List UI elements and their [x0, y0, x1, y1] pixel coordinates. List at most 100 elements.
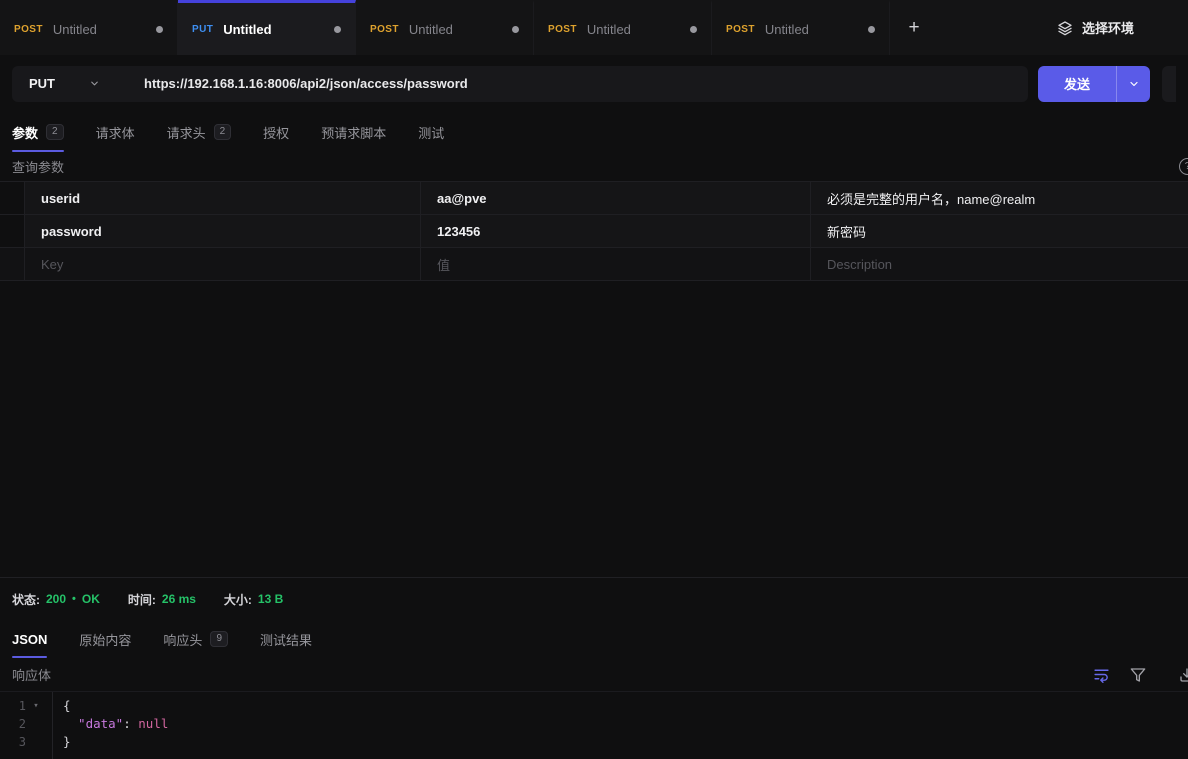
method-select[interactable]: PUT	[12, 76, 128, 91]
wrap-lines-icon	[1093, 666, 1110, 683]
tab-authorization[interactable]: 授权	[263, 112, 289, 152]
tab-pre-request-script[interactable]: 预请求脚本	[321, 112, 386, 152]
wrap-lines-button[interactable]	[1093, 666, 1110, 683]
param-value-field[interactable]: 123456	[420, 215, 810, 247]
line-number-text: 1	[0, 699, 26, 713]
code-line: "data": null	[63, 715, 168, 733]
response-body-viewer[interactable]: 1 ▾ 2 3 { "data": null }	[0, 692, 1188, 759]
plus-icon: +	[908, 17, 919, 39]
tab-method-label: POST	[548, 24, 577, 35]
response-panel: 状态: 200 • OK 时间: 26 ms 大小: 13 B JSON 原始内…	[0, 577, 1188, 759]
tab-title: Untitled	[765, 22, 809, 37]
url-box: PUT https://192.168.1.16:8006/api2/json/…	[12, 66, 1028, 102]
param-key-field[interactable]: password	[24, 215, 420, 247]
help-icon[interactable]: ?	[1179, 158, 1188, 175]
tab-title: Untitled	[409, 22, 453, 37]
time-label: 时间:	[128, 591, 156, 608]
tab-label: 参数	[12, 123, 38, 142]
status-group: 状态: 200 • OK	[12, 591, 100, 608]
code-gutter: 1 ▾ 2 3	[0, 692, 53, 759]
tab-tests[interactable]: 测试	[418, 112, 444, 152]
tab-params[interactable]: 参数 2	[12, 112, 64, 152]
request-bar: PUT https://192.168.1.16:8006/api2/json/…	[0, 55, 1188, 112]
param-description-field[interactable]: 新密码	[810, 215, 1188, 247]
size-group: 大小: 13 B	[224, 591, 283, 608]
request-tab-4[interactable]: POST Untitled	[534, 0, 712, 55]
unsaved-dot-icon	[512, 26, 519, 33]
tab-title: Untitled	[53, 22, 97, 37]
tab-request-headers[interactable]: 请求头 2	[167, 112, 232, 152]
tab-test-results[interactable]: 测试结果	[260, 620, 312, 658]
response-body-header: 响应体	[0, 658, 1188, 692]
chevron-down-icon	[1128, 78, 1140, 90]
tab-method-label: POST	[370, 24, 399, 35]
tab-label: 原始内容	[79, 630, 131, 649]
param-value-field[interactable]: aa@pve	[420, 182, 810, 214]
response-body-label: 响应体	[12, 665, 51, 684]
tab-bar: POST Untitled PUT Untitled POST Untitled…	[0, 0, 1188, 55]
filter-button[interactable]	[1130, 667, 1146, 683]
count-badge: 2	[46, 124, 64, 140]
tab-title: Untitled	[223, 22, 271, 37]
row-select-cell[interactable]	[0, 248, 24, 280]
download-icon	[1179, 667, 1188, 683]
table-row-empty: Key 值 Description	[0, 248, 1188, 281]
tab-response-headers[interactable]: 响应头 9	[163, 620, 228, 658]
method-select-value: PUT	[29, 76, 55, 91]
request-tab-2-active[interactable]: PUT Untitled	[178, 0, 356, 55]
size-label: 大小:	[224, 591, 252, 608]
code-line: {	[63, 697, 168, 715]
row-select-cell[interactable]	[0, 182, 24, 214]
code-token: }	[63, 734, 71, 749]
response-body-toolbar	[1093, 666, 1176, 683]
content-spacer	[0, 281, 1188, 577]
count-badge: 2	[214, 124, 232, 140]
new-tab-button[interactable]: +	[890, 0, 938, 55]
tab-raw[interactable]: 原始内容	[79, 620, 131, 658]
tab-request-body[interactable]: 请求体	[96, 112, 135, 152]
fold-caret-icon[interactable]: ▾	[26, 701, 46, 711]
save-button-clipped[interactable]	[1162, 66, 1176, 102]
query-params-header: 查询参数 ?	[0, 152, 1188, 182]
tab-label: 预请求脚本	[321, 123, 386, 142]
code-token: :	[123, 716, 138, 731]
tab-label: 请求体	[96, 123, 135, 142]
status-dot-icon: •	[72, 593, 76, 605]
tab-label: 测试结果	[260, 630, 312, 649]
tab-label: 测试	[418, 123, 444, 142]
table-row: userid aa@pve 必须是完整的用户名，name@realm	[0, 182, 1188, 215]
url-input[interactable]: https://192.168.1.16:8006/api2/json/acce…	[144, 76, 468, 91]
tab-label: 响应头	[163, 630, 202, 649]
request-tab-5[interactable]: POST Untitled	[712, 0, 890, 55]
tab-title: Untitled	[587, 22, 631, 37]
send-options-button[interactable]	[1117, 66, 1150, 102]
param-value-field-placeholder[interactable]: 值	[420, 248, 810, 280]
layers-icon	[1057, 20, 1073, 36]
environment-selector[interactable]: 选择环境	[1057, 0, 1188, 55]
param-description-field[interactable]: 必须是完整的用户名，name@realm	[810, 182, 1188, 214]
tab-method-label: POST	[726, 24, 755, 35]
code-token: null	[138, 716, 168, 731]
row-select-cell[interactable]	[0, 215, 24, 247]
filter-funnel-icon	[1130, 667, 1146, 683]
download-response-button[interactable]	[1179, 667, 1188, 683]
request-tab-3[interactable]: POST Untitled	[356, 0, 534, 55]
table-row: password 123456 新密码	[0, 215, 1188, 248]
status-code: 200	[46, 592, 66, 606]
tab-label: 请求头	[167, 123, 206, 142]
response-status-bar: 状态: 200 • OK 时间: 26 ms 大小: 13 B	[0, 578, 1188, 620]
param-key-field[interactable]: userid	[24, 182, 420, 214]
param-key-field-placeholder[interactable]: Key	[24, 248, 420, 280]
tab-json[interactable]: JSON	[12, 620, 47, 658]
request-subtabs: 参数 2 请求体 请求头 2 授权 预请求脚本 测试	[0, 112, 1188, 152]
line-number: 1 ▾	[0, 697, 52, 715]
size-value: 13 B	[258, 592, 283, 606]
line-number: 2	[0, 715, 52, 733]
status-text: OK	[82, 592, 100, 606]
line-number-text: 2	[0, 717, 26, 731]
param-description-field-placeholder[interactable]: Description	[810, 248, 1188, 280]
count-badge: 9	[210, 631, 228, 647]
send-button[interactable]: 发送	[1038, 66, 1117, 102]
request-tab-1[interactable]: POST Untitled	[0, 0, 178, 55]
code-token: "data"	[63, 716, 123, 731]
